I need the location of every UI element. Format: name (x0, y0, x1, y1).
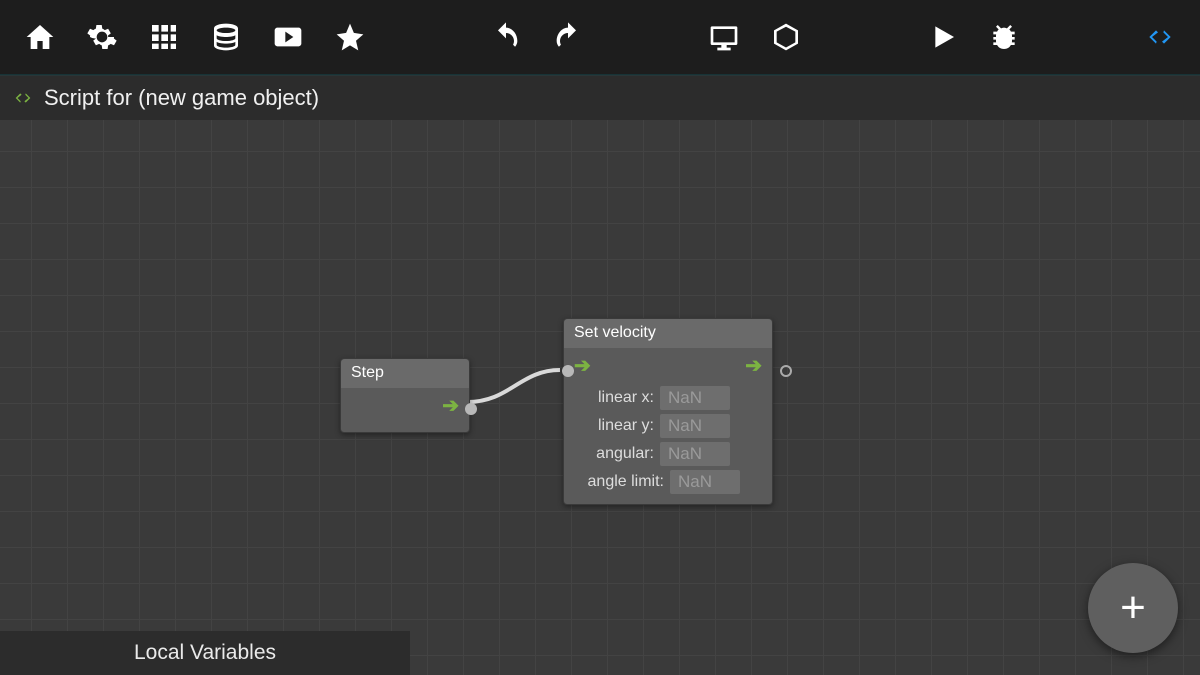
home-icon[interactable] (12, 9, 68, 65)
field-value[interactable]: NaN (660, 442, 730, 466)
undo-icon[interactable] (478, 9, 534, 65)
field-label: linear x: (574, 389, 654, 407)
step-output-port[interactable] (465, 403, 477, 415)
local-variables-label: Local Variables (134, 641, 276, 665)
redo-icon[interactable] (540, 9, 596, 65)
database-icon[interactable] (198, 9, 254, 65)
node-step-title: Step (341, 359, 469, 388)
star-icon[interactable] (322, 9, 378, 65)
gear-icon[interactable] (74, 9, 130, 65)
field-linear-x: linear x: NaN (574, 386, 762, 410)
node-set-velocity[interactable]: Set velocity ➔ ➔ linear x: NaN linear y:… (563, 318, 773, 505)
bug-icon[interactable] (976, 9, 1032, 65)
setvel-output-port[interactable] (780, 365, 792, 377)
flow-out-arrow-icon[interactable]: ➔ (745, 356, 762, 376)
video-icon[interactable] (260, 9, 316, 65)
field-label: angular: (574, 445, 654, 463)
script-title: Script for (new game object) (44, 85, 319, 111)
field-angular: angular: NaN (574, 442, 762, 466)
field-value[interactable]: NaN (660, 414, 730, 438)
flow-in-arrow-icon[interactable]: ➔ (574, 356, 591, 376)
code-glyph-icon (10, 87, 36, 109)
monitor-icon[interactable] (696, 9, 752, 65)
plus-icon: + (1120, 586, 1146, 630)
cube-icon[interactable] (758, 9, 814, 65)
local-variables-tab[interactable]: Local Variables (0, 631, 410, 675)
main-toolbar (0, 0, 1200, 75)
play-icon[interactable] (914, 9, 970, 65)
field-angle-limit: angle limit: NaN (574, 470, 762, 494)
field-label: angle limit: (574, 473, 664, 491)
setvel-input-port[interactable] (562, 365, 574, 377)
field-label: linear y: (574, 417, 654, 435)
flow-out-arrow-icon[interactable]: ➔ (442, 396, 459, 416)
field-value[interactable]: NaN (660, 386, 730, 410)
field-linear-y: linear y: NaN (574, 414, 762, 438)
node-step[interactable]: Step ➔ (340, 358, 470, 433)
field-value[interactable]: NaN (670, 470, 740, 494)
graph-canvas[interactable]: Step ➔ Set velocity ➔ ➔ linear x: NaN li… (0, 120, 1200, 675)
script-title-bar: Script for (new game object) (0, 75, 1200, 120)
code-icon[interactable] (1132, 9, 1188, 65)
add-node-button[interactable]: + (1088, 563, 1178, 653)
node-setvel-title: Set velocity (564, 319, 772, 348)
grid-icon[interactable] (136, 9, 192, 65)
